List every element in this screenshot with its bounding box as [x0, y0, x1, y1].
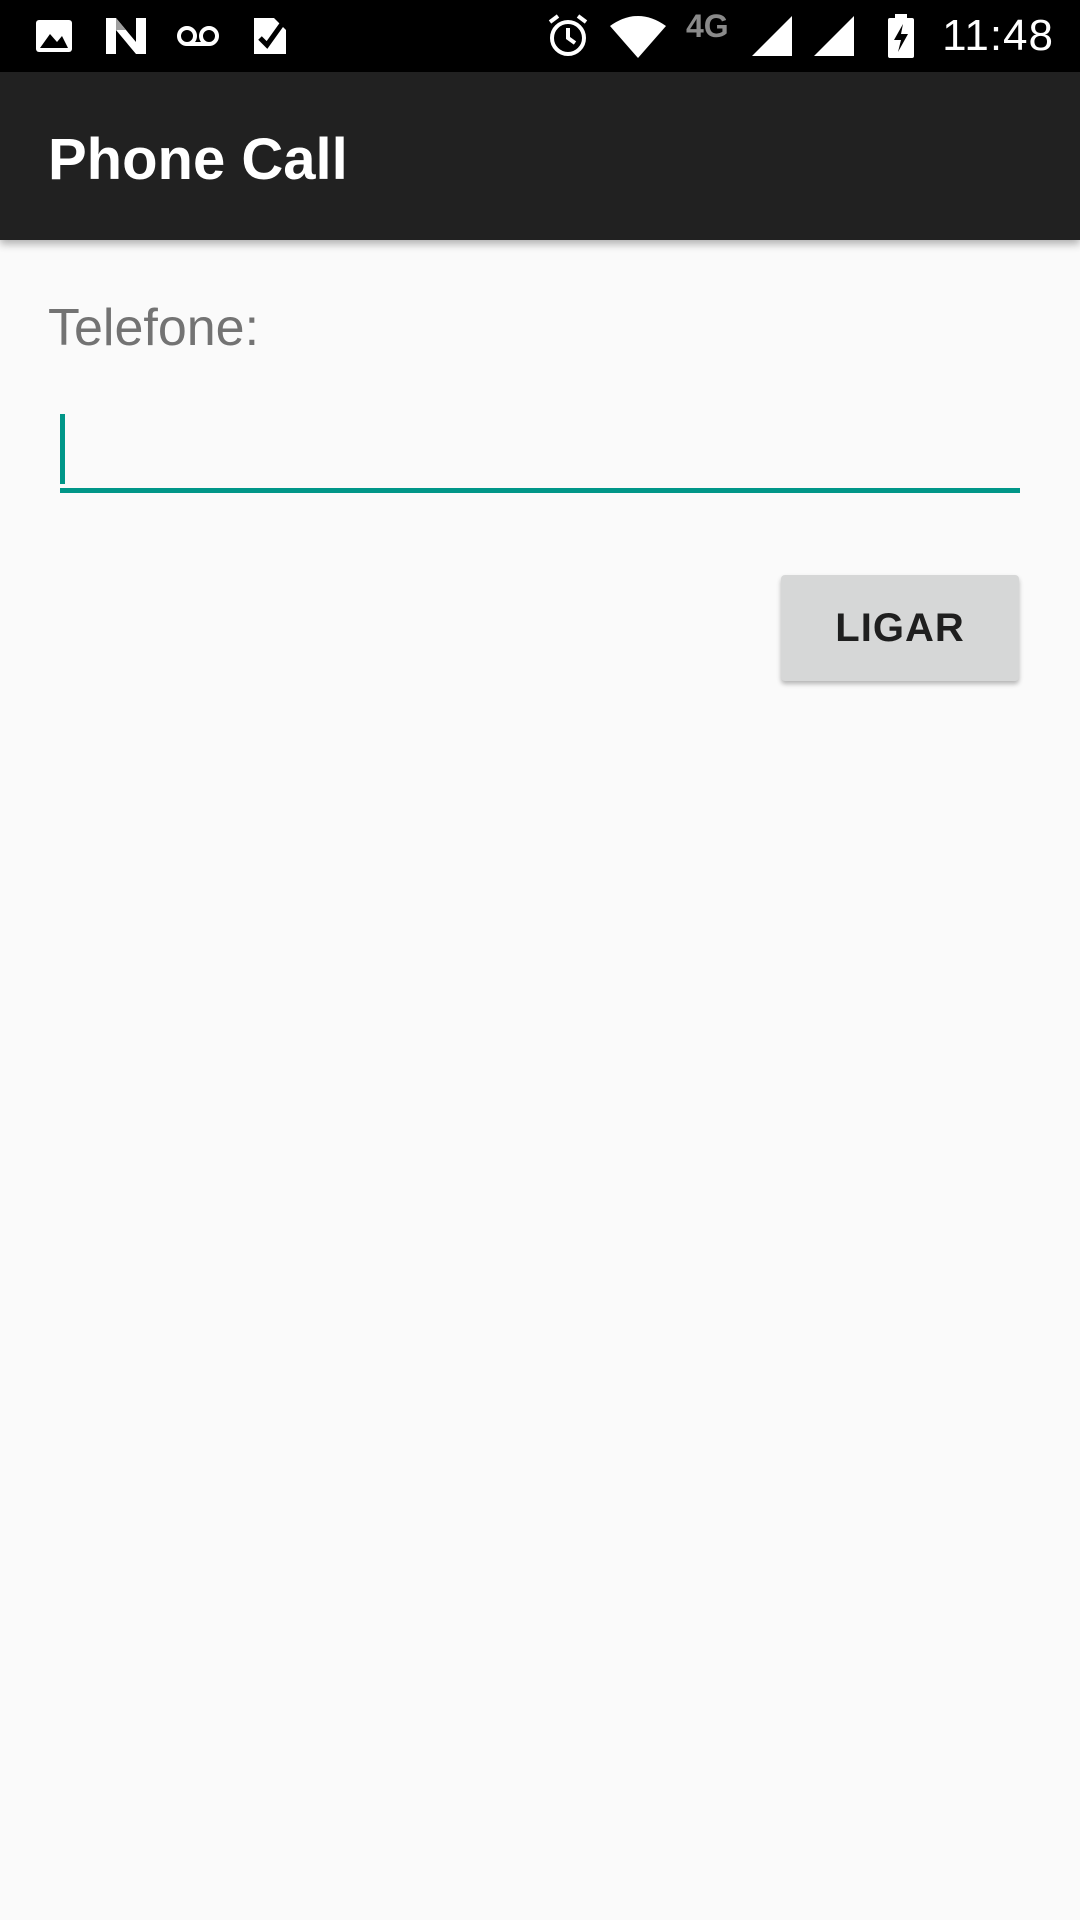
network-type-label: 4G — [686, 8, 729, 44]
voicemail-icon — [177, 26, 219, 46]
call-button[interactable]: LIGAR — [781, 575, 1019, 681]
main-content: Telefone: LIGAR — [0, 240, 1080, 1920]
battery-charging-icon — [888, 14, 914, 58]
phone-input-container[interactable] — [60, 406, 1020, 496]
phone-label: Telefone: — [48, 299, 260, 357]
n-logo-icon — [106, 18, 146, 54]
status-bar: 4G 11:48 — [0, 0, 1080, 72]
status-time: 11:48 — [942, 11, 1054, 60]
phone-input-underline — [60, 488, 1020, 493]
cell-signal-icon — [814, 16, 854, 56]
cell-signal-icon — [752, 16, 792, 56]
text-cursor — [60, 414, 65, 484]
wifi-icon — [610, 16, 666, 58]
phone-input[interactable] — [60, 406, 1020, 490]
image-icon — [36, 20, 72, 52]
task-check-icon — [254, 18, 286, 54]
app-bar: Phone Call — [0, 72, 1080, 240]
alarm-icon — [548, 14, 588, 56]
app-title: Phone Call — [48, 127, 348, 192]
